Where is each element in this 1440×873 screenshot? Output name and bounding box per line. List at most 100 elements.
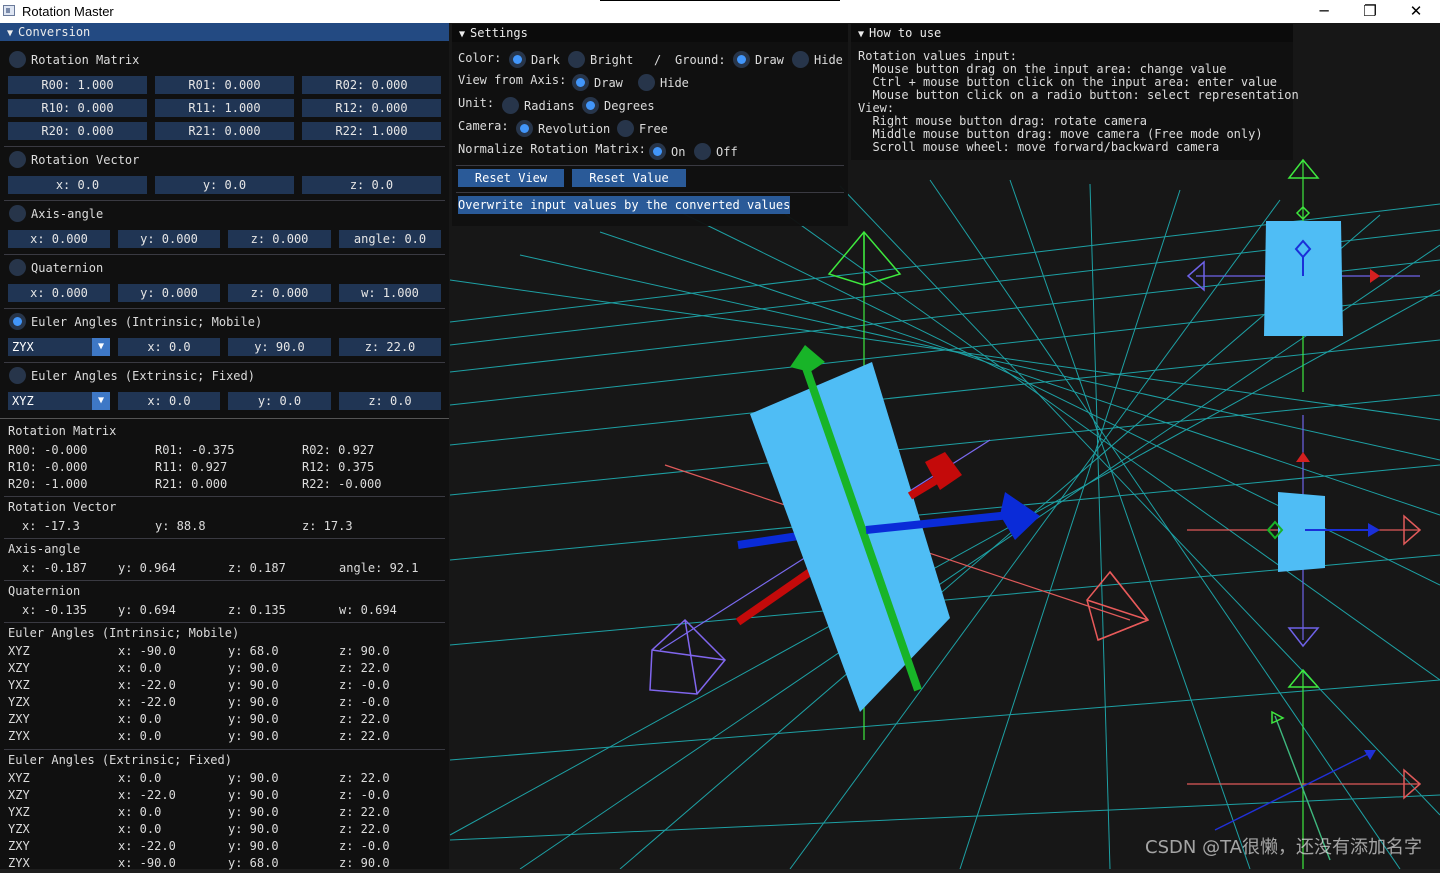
radio-rotation-vector[interactable]	[9, 151, 26, 168]
y-cell: y: 90.0	[228, 678, 279, 692]
input-r22[interactable]: R22: 1.000	[302, 122, 441, 140]
radio-normalize-on[interactable]	[649, 143, 666, 160]
radio-ground-hide[interactable]	[792, 51, 809, 68]
order-cell: ZXY	[8, 839, 30, 853]
conversion-header[interactable]: ▼ Conversion	[0, 23, 449, 41]
input-rotvec-y[interactable]: y: 0.0	[155, 176, 294, 194]
view-axis-draw-label: Draw	[594, 76, 623, 90]
out-euler-intrinsic-label: Euler Angles (Intrinsic; Mobile)	[8, 626, 240, 640]
input-rotvec-x[interactable]: x: 0.0	[8, 176, 147, 194]
order-cell: YXZ	[8, 678, 30, 692]
x-cell: x: -22.0	[118, 678, 176, 692]
radio-color-bright[interactable]	[568, 51, 585, 68]
euler-extrinsic-order-select[interactable]: XYZ ▼	[8, 392, 110, 410]
close-button[interactable]: ✕	[1393, 0, 1439, 23]
settings-header[interactable]: ▼ Settings	[452, 24, 848, 42]
normalize-label: Normalize Rotation Matrix:	[458, 142, 646, 156]
reset-value-button[interactable]: Reset Value	[572, 169, 686, 187]
radio-quaternion[interactable]	[9, 259, 26, 276]
watermark: CSDN @TA很懒，还没有添加名字	[1145, 837, 1422, 858]
x-cell: x: 0.0	[118, 822, 162, 836]
rotation-matrix-label: Rotation Matrix	[31, 53, 140, 67]
how-to-use-header[interactable]: ▼ How to use	[851, 24, 1293, 42]
collapse-triangle-icon[interactable]: ▼	[7, 28, 13, 39]
input-quat-w[interactable]: w: 1.000	[339, 284, 441, 302]
input-r12[interactable]: R12: 0.000	[302, 99, 441, 117]
y-cell: y: 90.0	[228, 788, 279, 802]
x-cell: x: -90.0	[118, 644, 176, 658]
out-r00: R00: -0.000	[8, 443, 88, 457]
table-row: XYZ x: -90.0 y: 68.0 z: 90.0	[0, 644, 449, 661]
reset-view-button[interactable]: Reset View	[458, 169, 564, 187]
input-rotvec-z[interactable]: z: 0.0	[302, 176, 441, 194]
table-row: YXZ x: -22.0 y: 90.0 z: -0.0	[0, 678, 449, 695]
table-row: XYZ x: 0.0 y: 90.0 z: 22.0	[0, 771, 449, 788]
radio-camera-revolution[interactable]	[516, 120, 533, 137]
radio-camera-free[interactable]	[617, 120, 634, 137]
input-euler-ex-y[interactable]: y: 0.0	[228, 392, 331, 410]
collapse-triangle-icon[interactable]: ▼	[858, 29, 864, 40]
separator	[4, 362, 445, 363]
overwrite-button[interactable]: Overwrite input values by the converted …	[458, 196, 790, 214]
table-row: XZY x: -22.0 y: 90.0 z: -0.0	[0, 788, 449, 805]
input-r00[interactable]: R00: 1.000	[8, 76, 147, 94]
input-r10[interactable]: R10: 0.000	[8, 99, 147, 117]
separator	[4, 146, 445, 147]
radio-view-axis-draw[interactable]	[572, 74, 589, 91]
how-to-use-title: How to use	[869, 26, 942, 40]
input-euler-ex-z[interactable]: z: 0.0	[339, 392, 441, 410]
minimize-button[interactable]: ─	[1301, 0, 1347, 23]
out-r22: R22: -0.000	[302, 477, 382, 491]
radio-unit-radians[interactable]	[502, 97, 519, 114]
input-quat-y[interactable]: y: 0.000	[118, 284, 220, 302]
input-r20[interactable]: R20: 0.000	[8, 122, 147, 140]
table-row: YXZ x: 0.0 y: 90.0 z: 22.0	[0, 805, 449, 822]
chevron-down-icon[interactable]: ▼	[92, 392, 110, 410]
input-axis-angle[interactable]: angle: 0.0	[339, 230, 441, 248]
z-cell: z: 22.0	[339, 729, 390, 743]
chevron-down-icon[interactable]: ▼	[92, 338, 110, 356]
slash-separator: /	[654, 53, 662, 67]
maximize-button[interactable]: ❐	[1347, 0, 1393, 23]
radio-axis-angle[interactable]	[9, 205, 26, 222]
order-cell: YZX	[8, 695, 30, 709]
input-euler-ex-x[interactable]: x: 0.0	[118, 392, 220, 410]
input-axis-x[interactable]: x: 0.000	[8, 230, 110, 248]
z-cell: z: -0.0	[339, 678, 390, 692]
input-r21[interactable]: R21: 0.000	[155, 122, 294, 140]
radio-rotation-matrix[interactable]	[9, 51, 26, 68]
out-quaternion-label: Quaternion	[8, 584, 81, 598]
howto-line: Mouse button click on a radio button: se…	[858, 88, 1299, 102]
input-r02[interactable]: R02: 0.000	[302, 76, 441, 94]
separator	[456, 192, 844, 193]
input-quat-x[interactable]: x: 0.000	[8, 284, 110, 302]
object-x-axis-back	[735, 568, 813, 626]
how-to-use-panel: ▼ How to use Rotation values input: Mouse…	[851, 24, 1299, 160]
ground-hide-label: Hide	[814, 53, 843, 67]
input-euler-in-y[interactable]: y: 90.0	[228, 338, 331, 356]
radio-ground-draw[interactable]	[733, 51, 750, 68]
color-dark-label: Dark	[531, 53, 560, 67]
separator	[4, 622, 445, 623]
z-cell: z: 22.0	[339, 822, 390, 836]
input-euler-in-z[interactable]: z: 22.0	[339, 338, 441, 356]
input-axis-y[interactable]: y: 0.000	[118, 230, 220, 248]
conversion-title: Conversion	[18, 25, 91, 39]
radio-euler-extrinsic[interactable]	[9, 367, 26, 384]
input-r01[interactable]: R01: 0.000	[155, 76, 294, 94]
radio-normalize-off[interactable]	[694, 143, 711, 160]
input-r11[interactable]: R11: 1.000	[155, 99, 294, 117]
radio-color-dark[interactable]	[509, 51, 526, 68]
collapse-triangle-icon[interactable]: ▼	[459, 29, 465, 40]
out-r02: R02: 0.927	[302, 443, 375, 457]
radio-view-axis-hide[interactable]	[638, 74, 655, 91]
rotation-vector-label: Rotation Vector	[31, 153, 140, 167]
radio-euler-intrinsic[interactable]	[9, 313, 26, 330]
input-axis-z[interactable]: z: 0.000	[228, 230, 331, 248]
input-euler-in-x[interactable]: x: 0.0	[118, 338, 220, 356]
euler-intrinsic-order-select[interactable]: ZYX ▼	[8, 338, 110, 356]
euler-intrinsic-order-value: ZYX	[12, 340, 34, 354]
input-quat-z[interactable]: z: 0.000	[228, 284, 331, 302]
radio-unit-degrees[interactable]	[582, 97, 599, 114]
x-cell: x: 0.0	[118, 805, 162, 819]
